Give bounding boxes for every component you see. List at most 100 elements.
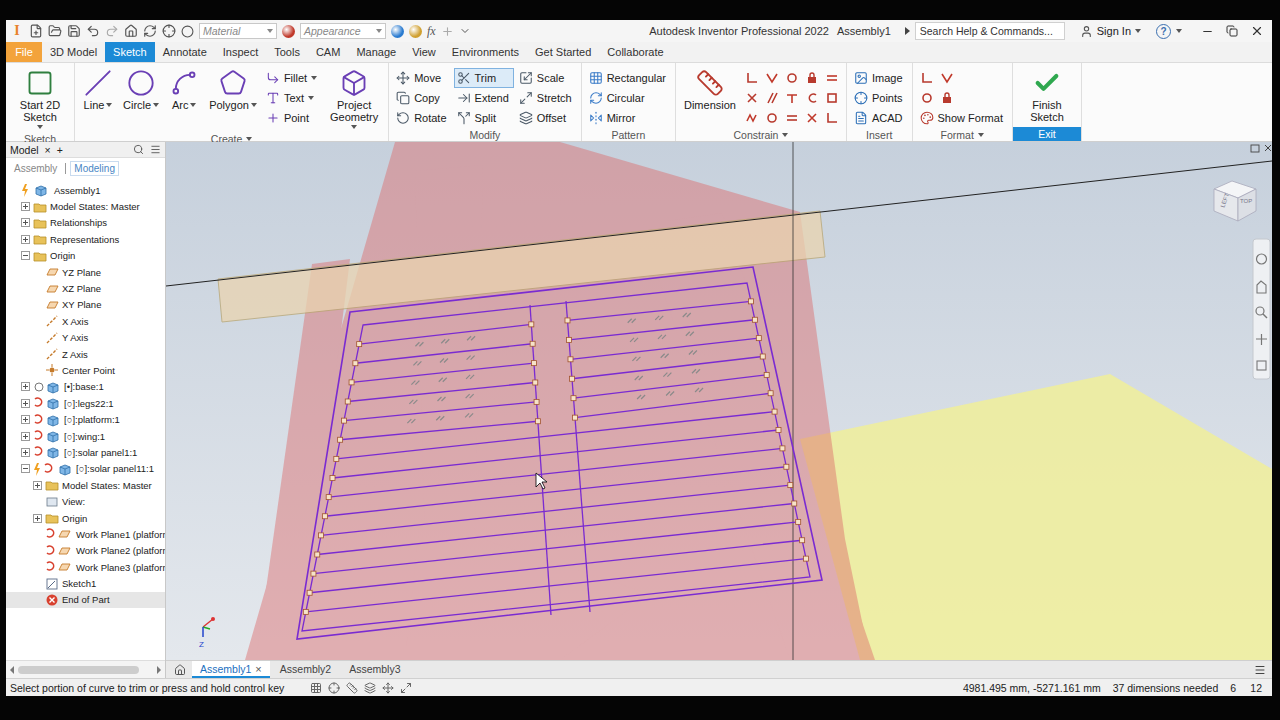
constraint-icon[interactable]: [745, 91, 759, 105]
dropdown-caret[interactable]: [351, 125, 357, 129]
ribbon-tab[interactable]: Inspect: [215, 42, 266, 62]
minimize-icon[interactable]: [1201, 25, 1214, 38]
restore-icon[interactable]: [1226, 25, 1238, 37]
ribbon-small-button[interactable]: Split: [454, 108, 514, 128]
ribbon-large-button[interactable]: Arc: [165, 66, 203, 114]
ribbon-small-button[interactable]: Copy: [393, 88, 451, 108]
ribbon-large-button[interactable]: Finish Sketch: [1017, 66, 1077, 126]
tree-item[interactable]: XY Plane: [6, 297, 165, 313]
ribbon-small-button[interactable]: Offset: [516, 108, 577, 128]
browser-scrollbar[interactable]: [6, 660, 165, 678]
select-icon[interactable]: [162, 24, 176, 38]
navigation-bar[interactable]: [1253, 239, 1270, 379]
dimension-icon[interactable]: [346, 682, 358, 694]
document-tab[interactable]: Assembly3: [341, 661, 408, 678]
ribbon-tab[interactable]: 3D Model: [42, 42, 105, 62]
more-icon[interactable]: [459, 25, 471, 37]
tree-item[interactable]: [○]:platform:1: [6, 411, 165, 427]
constraint-icon[interactable]: [940, 71, 954, 85]
tree-item[interactable]: View:: [6, 493, 165, 509]
tree-item[interactable]: Work Plane1 (platform:1, p: [6, 526, 165, 542]
ribbon-small-button[interactable]: Mirror: [586, 108, 671, 128]
browser-tab[interactable]: Assembly: [10, 161, 61, 176]
search-icon[interactable]: [133, 144, 144, 155]
tree-item[interactable]: Work Plane2 (platform:1, p: [6, 543, 165, 559]
expand-toggle[interactable]: [21, 235, 30, 244]
tree-item[interactable]: [○]:wing:1: [6, 428, 165, 444]
browser-close[interactable]: ×: [45, 144, 51, 156]
ribbon-small-button[interactable]: Points: [851, 88, 908, 108]
ribbon-small-button[interactable]: Point: [263, 108, 322, 128]
constraint-icon[interactable]: [765, 91, 779, 105]
save-icon[interactable]: [67, 24, 81, 38]
expand-toggle[interactable]: [33, 514, 42, 523]
constraint-icon[interactable]: [745, 71, 759, 85]
dropdown-caret[interactable]: [308, 96, 314, 100]
constraint-icon[interactable]: [745, 111, 759, 125]
tab-close[interactable]: ×: [255, 663, 261, 675]
parameters-button[interactable]: fx: [427, 24, 436, 39]
material-icon[interactable]: [181, 25, 194, 38]
constraint-icon[interactable]: [785, 91, 799, 105]
add-icon[interactable]: [441, 25, 454, 38]
ribbon-small-button[interactable]: Text: [263, 88, 322, 108]
tree-item[interactable]: Work Plane3 (platform:1): [6, 559, 165, 575]
redo-icon[interactable]: [105, 24, 119, 38]
snap-icon[interactable]: [328, 682, 340, 694]
ribbon-tab[interactable]: Tools: [266, 42, 308, 62]
expand-toggle[interactable]: [21, 415, 30, 424]
tree-item[interactable]: End of Part: [6, 592, 165, 608]
ribbon-small-button[interactable]: Move: [393, 68, 451, 88]
ribbon-small-button[interactable]: Trim: [454, 68, 514, 88]
tree-item[interactable]: Representations: [6, 231, 165, 247]
move-icon[interactable]: [382, 682, 394, 694]
ribbon-tab[interactable]: View: [404, 42, 444, 62]
constraint-icon[interactable]: [805, 111, 819, 125]
ribbon-small-button[interactable]: Scale: [516, 68, 577, 88]
app-logo[interactable]: I: [10, 23, 24, 39]
expand-toggle[interactable]: [33, 481, 42, 490]
document-menu[interactable]: [1248, 661, 1272, 678]
constraint-icon[interactable]: [825, 71, 839, 85]
constraint-icon[interactable]: [825, 111, 839, 125]
undo-icon[interactable]: [86, 24, 100, 38]
expand-toggle[interactable]: [21, 448, 30, 457]
expand-toggle[interactable]: [21, 399, 30, 408]
expand-toggle[interactable]: [21, 251, 30, 260]
ribbon-tab[interactable]: Environments: [444, 42, 527, 62]
browser-add[interactable]: +: [57, 144, 63, 156]
tree-item[interactable]: Center Point: [6, 362, 165, 378]
tree-item[interactable]: YZ Plane: [6, 264, 165, 280]
ribbon-small-button[interactable]: Fillet: [263, 68, 322, 88]
tree-item[interactable]: Z Axis: [6, 346, 165, 362]
ribbon-small-button[interactable]: Extend: [454, 88, 514, 108]
tree-item[interactable]: [○]:solar panel11:1: [6, 461, 165, 477]
constraint-icon[interactable]: [805, 91, 819, 105]
clear-icon[interactable]: [409, 25, 422, 38]
layers-icon[interactable]: [364, 682, 376, 694]
tree-item[interactable]: Origin: [6, 248, 165, 264]
dropdown-caret[interactable]: [251, 103, 257, 107]
ribbon-tab[interactable]: File: [6, 42, 42, 62]
tree-item[interactable]: Origin: [6, 510, 165, 526]
yellow-plane[interactable]: [800, 374, 1272, 660]
ribbon-tab[interactable]: Manage: [348, 42, 404, 62]
tree-item[interactable]: Y Axis: [6, 330, 165, 346]
constraint-icon[interactable]: [785, 111, 799, 125]
ribbon-tab[interactable]: Collaborate: [599, 42, 671, 62]
constraint-icon[interactable]: [940, 91, 954, 105]
expand-toggle[interactable]: [21, 382, 30, 391]
ribbon-small-button[interactable]: Rotate: [393, 108, 451, 128]
new-file-icon[interactable]: [29, 24, 43, 38]
document-tab[interactable]: Assembly2: [272, 661, 339, 678]
dropdown-caret[interactable]: [190, 103, 196, 107]
tree-item[interactable]: X Axis: [6, 313, 165, 329]
viewport-canvas[interactable]: ZLEFTTOP: [166, 142, 1272, 660]
sketch-geometry[interactable]: [297, 267, 822, 639]
ribbon-large-button[interactable]: Start 2D Sketch: [10, 66, 70, 132]
ribbon-tab[interactable]: Get Started: [527, 42, 599, 62]
expand-toggle[interactable]: [21, 218, 30, 227]
tree-item[interactable]: Assembly1: [6, 182, 165, 198]
ribbon-small-button[interactable]: Rectangular: [586, 68, 671, 88]
constraint-icon[interactable]: [825, 91, 839, 105]
